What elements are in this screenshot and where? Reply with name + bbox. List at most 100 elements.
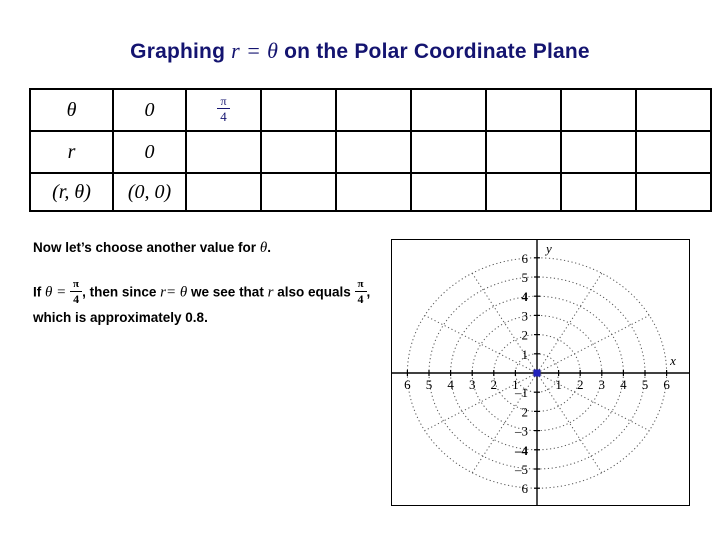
x-tick-label-neg-5: 5 <box>426 377 433 392</box>
fraction-numerator: π <box>217 95 230 109</box>
para3-also-equals: also equals <box>277 284 351 300</box>
para2-r2: r <box>267 284 274 301</box>
table-row-pair: (r, θ) (0, 0) <box>29 172 712 212</box>
cell-pair-blank-4 <box>410 172 487 212</box>
x-tick-label-pos-2: 2 <box>577 377 584 392</box>
title-math-theta: θ <box>267 38 279 63</box>
text-paragraph-2: If θ = π 4 , then since r = θ we see that… <box>33 279 378 330</box>
cell-pair-blank-1 <box>185 172 262 212</box>
cell-theta-blank-1 <box>260 88 337 132</box>
title-suffix: on the Polar Coordinate Plane <box>284 40 590 63</box>
para1-period: . <box>267 240 271 255</box>
x-tick-label-pos-5: 5 <box>642 377 649 392</box>
cell-theta-blank-6 <box>635 88 712 132</box>
plotted-point-origin <box>533 369 541 377</box>
para2-equals: = <box>56 284 67 301</box>
y-tick-label-pos-1: 1 <box>522 347 529 362</box>
cell-pair-origin: (0, 0) <box>112 172 187 212</box>
cell-theta-blank-2 <box>335 88 412 132</box>
polar-coordinate-plane: 6 5 4 3 2 1 1 2 3 4 5 6 6 5 4 3 2 1 –1 2 –3 –4 –5 6 y x <box>391 239 690 506</box>
axis-name-labels: yx <box>544 241 676 368</box>
polar-spoke-60deg <box>536 272 603 374</box>
para2-comma: , <box>82 284 86 300</box>
title-prefix: Graphing <box>130 40 226 63</box>
text-paragraph-1: Now let’s choose another value for θ. <box>33 236 378 260</box>
para1-text: Now let’s choose another value for <box>33 240 257 255</box>
polar-grid-svg: 6 5 4 3 2 1 1 2 3 4 5 6654321–12–3–4–56yx <box>392 240 689 505</box>
pair-symbol-theta: θ <box>74 180 85 203</box>
title-equals: = <box>245 38 262 63</box>
y-tick-label-pos-5: 5 <box>522 270 529 285</box>
para3-fraction-numerator: π <box>354 279 367 292</box>
y-tick-label-neg-2: 2 <box>522 404 529 419</box>
para2-fraction-pi-over-4: π 4 <box>70 279 83 306</box>
y-tick-label-neg-1: –1 <box>514 385 528 400</box>
pair-symbol: ( <box>52 180 59 203</box>
para2-theta2: θ <box>179 284 188 301</box>
title-math-r: r <box>231 38 240 63</box>
polar-values-table: θ 0 π 4 r 0 (r, θ) (0, 0) <box>29 88 712 212</box>
plotted-points <box>533 369 541 377</box>
row-label-theta: θ <box>29 88 114 132</box>
polar-spoke-150deg <box>424 314 538 374</box>
para2-then-since: then since <box>89 284 157 300</box>
row-label-r: r <box>29 130 114 174</box>
pair-value-origin: (0, 0) <box>127 180 172 203</box>
x-tick-label-neg-4: 4 <box>447 377 454 392</box>
para2-fraction-numerator: π <box>70 279 83 292</box>
x-tick-label-pos-3: 3 <box>599 377 606 392</box>
cell-theta-blank-5 <box>560 88 637 132</box>
y-tick-label-pos-6: 6 <box>522 251 529 266</box>
x-tick-label-neg-3: 3 <box>469 377 476 392</box>
cell-pair-blank-5 <box>485 172 562 212</box>
para3-fraction-denominator: 4 <box>357 292 364 306</box>
theta-value-zero: 0 <box>144 98 155 121</box>
para2-eq2: = <box>166 284 177 301</box>
x-tick-label-neg-6: 6 <box>404 377 411 392</box>
cell-r-blank-1 <box>185 130 262 174</box>
row-label-pair: (r, θ) <box>29 172 114 212</box>
para3-comma: , <box>366 284 371 300</box>
pair-symbol-comma: , <box>64 180 70 203</box>
cell-theta-pi-over-4: π 4 <box>185 88 262 132</box>
para3-which-is: which is approximately 0.8. <box>33 310 208 325</box>
cell-pair-blank-3 <box>335 172 412 212</box>
para2-if: If <box>33 284 42 300</box>
cell-r-blank-3 <box>335 130 412 174</box>
fraction-denominator: 4 <box>220 109 227 124</box>
x-tick-label-pos-1: 1 <box>555 377 562 392</box>
x-tick-label-pos-6: 6 <box>663 377 670 392</box>
polar-spoke-300deg <box>536 372 603 474</box>
cell-r-blank-5 <box>485 130 562 174</box>
cell-r-blank-7 <box>635 130 712 174</box>
theta-symbol: θ <box>66 98 77 121</box>
para2-fraction-denominator: 4 <box>73 292 80 306</box>
y-tick-label-neg-4: –4 <box>514 443 529 458</box>
pair-symbol-close: ) <box>84 180 91 203</box>
table-row-theta: θ 0 π 4 <box>29 88 712 132</box>
para3-fraction-pi-over-4: π 4 <box>354 279 367 306</box>
cell-pair-blank-7 <box>635 172 712 212</box>
explanatory-text: Now let’s choose another value for θ. If… <box>33 236 378 330</box>
table-row-r: r 0 <box>29 130 712 174</box>
fraction-pi-over-4: π 4 <box>217 95 230 123</box>
x-tick-label-pos-4: 4 <box>620 377 627 392</box>
y-tick-label-neg-6: 6 <box>522 481 529 496</box>
y-tick-label-pos-4: 4 <box>522 289 529 304</box>
cell-r-blank-2 <box>260 130 337 174</box>
cell-r-blank-4 <box>410 130 487 174</box>
y-tick-label-pos-3: 3 <box>522 308 529 323</box>
r-value-zero: 0 <box>144 140 155 163</box>
cell-r-0: 0 <box>112 130 187 174</box>
y-tick-label-neg-5: –5 <box>514 462 528 477</box>
cell-theta-blank-4 <box>485 88 562 132</box>
para2-theta: θ <box>45 284 53 301</box>
cell-pair-blank-6 <box>560 172 637 212</box>
x-axis-label: x <box>669 353 676 368</box>
y-tick-label-pos-2: 2 <box>522 328 529 343</box>
para2-we-see: we see that <box>191 284 264 300</box>
cell-r-blank-6 <box>560 130 637 174</box>
cell-pair-blank-2 <box>260 172 337 212</box>
x-tick-label-neg-2: 2 <box>491 377 498 392</box>
page-title: Graphing r = θ on the Polar Coordinate P… <box>0 38 720 64</box>
